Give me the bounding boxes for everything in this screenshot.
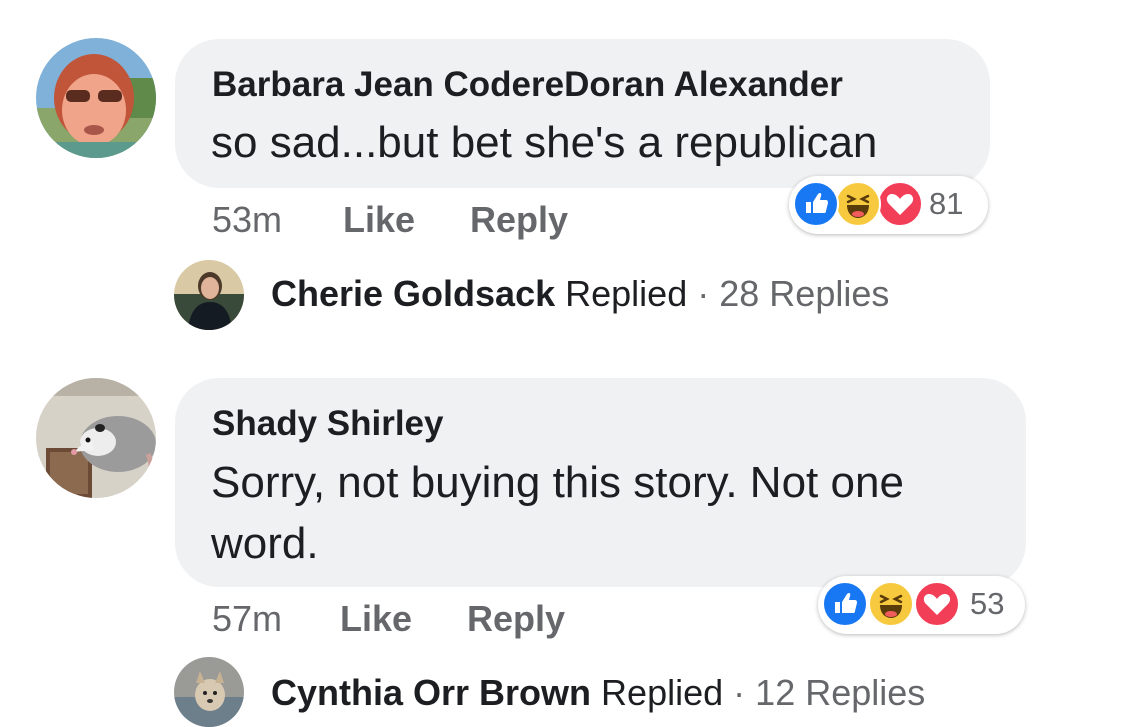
reaction-summary[interactable]: 81 — [789, 176, 988, 234]
haha-icon — [868, 581, 914, 627]
replied-label: Replied — [601, 672, 724, 713]
replies-separator: · — [697, 273, 710, 314]
reaction-count: 53 — [970, 586, 1005, 621]
replied-label: Replied — [565, 273, 688, 314]
comment-text: so sad...but bet she's a republican — [211, 118, 878, 167]
reaction-summary[interactable]: 53 — [818, 576, 1025, 634]
avatar-shady-shirley[interactable] — [36, 378, 156, 498]
comment-timestamp: 53m — [212, 199, 283, 240]
replier-name: Cynthia Orr Brown — [271, 672, 592, 713]
haha-icon — [835, 181, 881, 227]
like-button[interactable]: Like — [343, 199, 415, 241]
replies-count: 12 Replies — [755, 672, 926, 713]
reply-button[interactable]: Reply — [467, 598, 565, 640]
comment-author[interactable]: Barbara Jean CodereDoran Alexander — [212, 65, 843, 105]
avatar-cynthia[interactable] — [174, 657, 244, 727]
replies-summary[interactable]: Cherie Goldsack Replied · 28 Replies — [271, 273, 889, 315]
comment-timestamp: 57m — [212, 598, 283, 639]
avatar-cherie[interactable] — [174, 260, 244, 330]
avatar-barbara[interactable] — [36, 38, 156, 158]
replies-separator: · — [733, 672, 746, 713]
like-icon — [793, 181, 839, 227]
replies-summary[interactable]: Cynthia Orr Brown Replied · 12 Replies — [271, 672, 925, 714]
replier-name: Cherie Goldsack — [271, 273, 556, 314]
replies-count: 28 Replies — [719, 273, 890, 314]
like-icon — [822, 581, 868, 627]
comment-author[interactable]: Shady Shirley — [212, 404, 443, 444]
love-icon — [914, 581, 960, 627]
comment-text-line-1: Sorry, not buying this story. Not one — [211, 458, 904, 507]
reply-button[interactable]: Reply — [470, 199, 568, 241]
comment-text-line-2: word. — [211, 519, 319, 568]
like-button[interactable]: Like — [340, 598, 412, 640]
love-icon — [877, 181, 923, 227]
reaction-count: 81 — [929, 186, 964, 221]
